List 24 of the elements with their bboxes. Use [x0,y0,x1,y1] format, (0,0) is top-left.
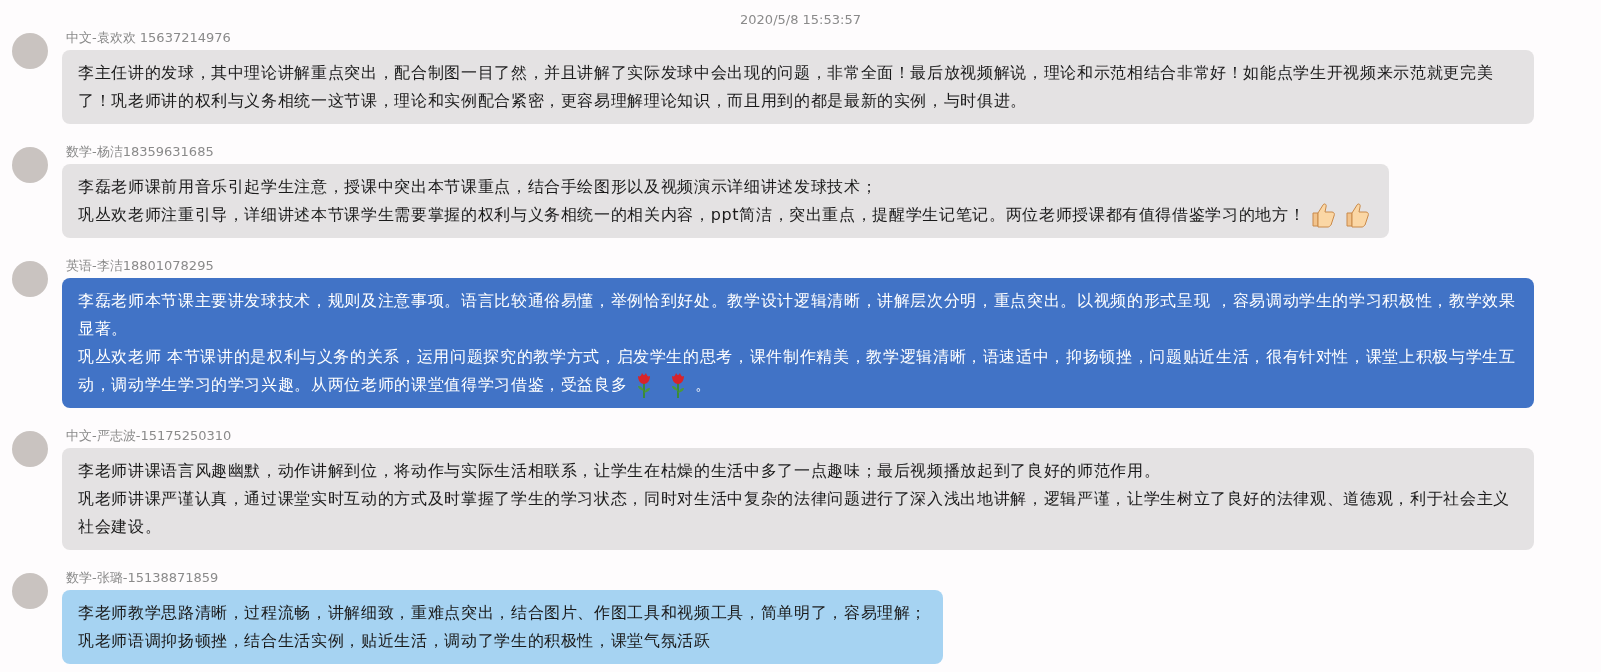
message-text: 李老师教学思路清晰，过程流畅，讲解细致，重难点突出，结合图片、作图工具和视频工具，简单明了，容易理解； [78,602,928,624]
message-text: 李磊老师本节课主要讲发球技术，规则及注意事项。语言比较通俗易懂，举例恰到好处。教学设计逻辑清晰，讲解层次分明，重点突出。以视频的形式呈现 ，容易调动学生的学习积极性，教学效果显著。 [78,290,1517,340]
message-text: 动，调动学生学习的学习兴趣。从两位老师的课堂值得学习借鉴，受益良多 [78,374,628,396]
message-text: 李主任讲的发球，其中理论讲解重点突出，配合制图一目了然，并且讲解了实际发球中会出现的问题，非常全面！最后放视频解说，理论和示范相结合非常好！如能点学生开视频来示范就更完美了！巩老师讲的权利与义务相统一这节课，理论和实例配合紧密，更容易理解理论知识，而且用到的都是最新的实例，与时俱进。 [78,62,1495,112]
avatar-photo [12,431,48,467]
sender-name: 英语-李洁18801078295 [66,258,215,274]
timestamp: 2020/5/8 15:53:57 [739,11,862,29]
message-text: 。 [695,374,713,396]
message-text: 巩丛欢老师 本节课讲的是权利与义务的关系，运用问题探究的教学方式，启发学生的思考，课件制作精美，教学逻辑清晰，语速适中，抑扬顿挫，问题贴近生活，很有针对性，课堂上积极与学生互 [78,346,1517,368]
message-text: 巩丛欢老师注重引导，详细讲述本节课学生需要掌握的权利与义务相统一的相关内容，ppt简洁，突出重点，提醒学生记笔记。两位老师授课都有值得借鉴学习的地方！ [78,204,1306,226]
thumbs-up-icon [1309,201,1336,229]
avatar-photo [12,261,48,297]
sender-name: 中文-袁欢欢 15637214976 [66,30,232,46]
sender-name: 中文-严志波-15175250310 [66,428,233,444]
sender-name: 数学-杨洁18359631685 [66,144,215,160]
thumbs-up-icon [1343,201,1370,229]
message-text: 李磊老师课前用音乐引起学生注意，授课中突出本节课重点，结合手绘图形以及视频演示详细讲述发球技术； [78,176,879,198]
message-text: 李老师讲课语言风趣幽默，动作讲解到位，将动作与实际生活相联系，让学生在枯燥的生活中多了一点趣味；最后视频播放起到了良好的师范作用。 [78,460,1162,482]
message-text: 巩老师讲课严谨认真，通过课堂实时互动的方式及时掌握了学生的学习状态，同时对生活中复杂的法律问题进行了深入浅出地讲解，逻辑严谨，让学生树立了良好的法律观、道德观，利于社会主义社会建设。 [78,488,1511,538]
avatar-photo [12,33,48,69]
message-text: 巩老师语调抑扬顿挫，结合生活实例，贴近生活，调动了学生的积极性，课堂气氛活跃 [78,630,712,652]
avatar-photo [12,147,48,183]
avatar-photo [12,573,48,609]
sender-name: 数学-张璐-15138871859 [66,570,220,586]
